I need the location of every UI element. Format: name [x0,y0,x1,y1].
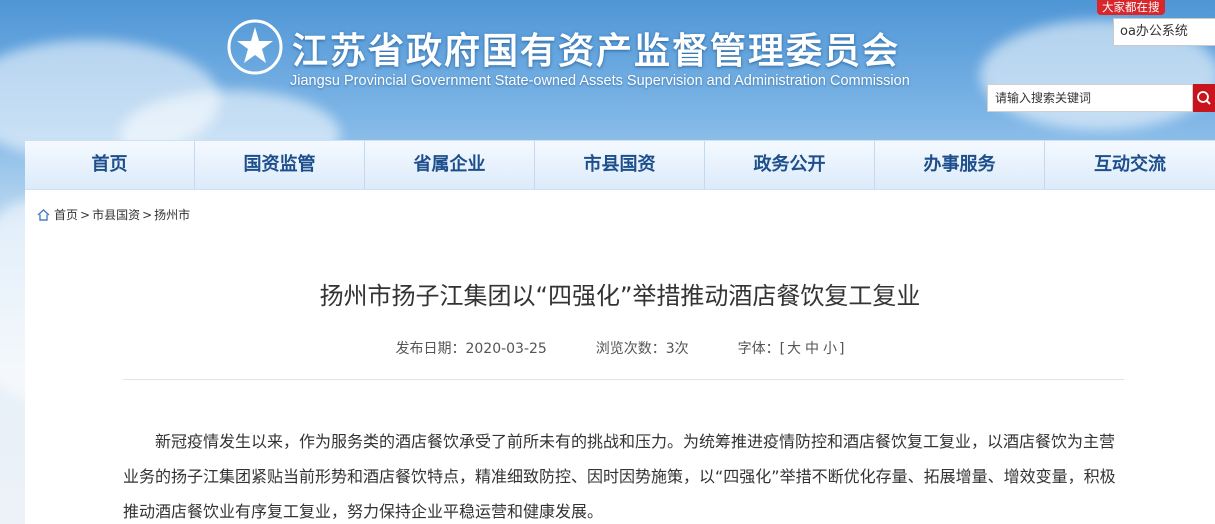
breadcrumb-separator: > [142,207,153,222]
article-paragraph: 新冠疫情发生以来，作为服务类的酒店餐饮承受了前所未有的挑战和压力。为统筹推进疫情… [123,432,1116,521]
search-bar [987,84,1215,112]
search-icon [1197,91,1211,105]
article-body: 新冠疫情发生以来，作为服务类的酒店餐饮承受了前所未有的挑战和压力。为统筹推进疫情… [123,424,1123,524]
nav-item-interaction[interactable]: 互动交流 [1045,141,1215,189]
font-size-bracket-close: ] [839,341,845,357]
article-meta: 发布日期：2020-03-25 浏览次数：3次 字体：[大中小] [25,338,1215,358]
article-title: 扬州市扬子江集团以“四强化”举措推动酒店餐饮复工复业 [319,282,921,310]
nav-item-home[interactable]: 首页 [25,141,195,189]
main-nav: 首页 国资监管 省属企业 市县国资 政务公开 办事服务 互动交流 [25,140,1215,190]
title-divider [123,379,1124,380]
breadcrumb-separator: > [80,207,91,222]
font-size-large[interactable]: 大 [787,341,801,357]
font-size-bracket-open: [ [779,341,786,357]
site-header: 江苏省政府国有资产监督管理委员会 Jiangsu Provincial Gove… [0,0,1215,140]
view-count-label: 浏览次数： [595,341,666,357]
breadcrumb-yangzhou[interactable]: 扬州市 [154,206,190,223]
font-size-small[interactable]: 小 [823,341,837,357]
hot-search-box: 大家都在搜 oa办公系统 [1097,0,1215,50]
nav-item-supervision[interactable]: 国资监管 [195,141,365,189]
view-count: 3次 [665,341,689,357]
font-size-label: 字体： [737,341,780,357]
article-container: 首页 > 市县国资 > 扬州市 扬州市扬子江集团以“四强化”举措推动酒店餐饮复工… [25,190,1215,524]
breadcrumb-home[interactable]: 首页 [54,206,78,223]
search-button[interactable] [1193,84,1215,112]
hot-search-tag: 大家都在搜 [1097,0,1165,15]
hot-search-term[interactable]: oa办公系统 [1113,18,1215,46]
font-size-medium[interactable]: 中 [805,341,819,357]
font-size-switcher: 字体：[大中小] [738,341,845,357]
publish-date-label: 发布日期： [395,341,466,357]
nav-item-government-affairs[interactable]: 政务公开 [705,141,875,189]
home-icon [37,208,50,221]
site-title: 江苏省政府国有资产监督管理委员会 [292,30,901,72]
search-input[interactable] [987,84,1193,112]
nav-item-city-county-assets[interactable]: 市县国资 [535,141,705,189]
site-subtitle: Jiangsu Provincial Government State-owne… [290,73,910,89]
publish-date: 2020-03-25 [465,341,547,357]
nav-item-services[interactable]: 办事服务 [875,141,1045,189]
breadcrumb-city-county-assets[interactable]: 市县国资 [92,206,140,223]
emblem-icon [227,19,283,75]
breadcrumb: 首页 > 市县国资 > 扬州市 [37,206,190,223]
nav-item-provincial-enterprises[interactable]: 省属企业 [365,141,535,189]
